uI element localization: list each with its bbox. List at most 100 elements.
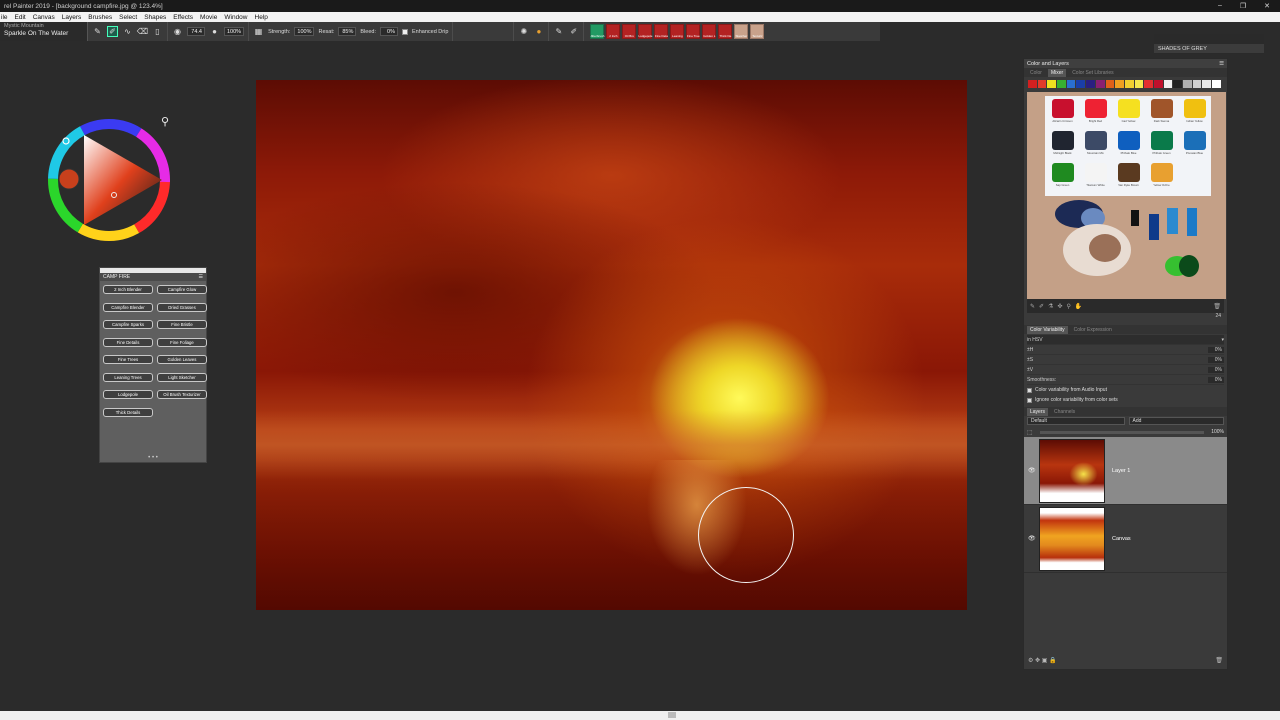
- quick-brush-button[interactable]: Oil Bru: [622, 24, 637, 39]
- paint-swatch[interactable]: Cad Yellow: [1115, 99, 1142, 129]
- menu-canvas[interactable]: Canvas: [33, 14, 55, 21]
- dirty-brush-icon[interactable]: ✎: [1030, 303, 1035, 310]
- tab-color[interactable]: Color: [1027, 69, 1045, 77]
- minimize-button[interactable]: –: [1218, 2, 1222, 10]
- menu-window[interactable]: Window: [224, 14, 247, 21]
- color-swatch[interactable]: [1124, 80, 1134, 88]
- paint-swatch[interactable]: Yellow Ochre: [1148, 163, 1175, 193]
- color-swatch[interactable]: [1192, 80, 1202, 88]
- paint-swatch[interactable]: Alizarin Crimson: [1049, 99, 1076, 129]
- brush-tool-icon[interactable]: ✎: [92, 26, 103, 37]
- color-swatch[interactable]: [1173, 80, 1182, 88]
- color-swatch[interactable]: [1037, 80, 1047, 88]
- audio-variability-option[interactable]: Color variability from Audio Input: [1027, 385, 1224, 395]
- dab-preview-icon[interactable]: ✐: [568, 26, 579, 37]
- clear-mixer-icon[interactable]: 🗑: [1213, 303, 1224, 310]
- brush-button-lodgepole[interactable]: Lodgepole: [103, 390, 153, 399]
- color-swatch[interactable]: [1066, 80, 1076, 88]
- brush-button-fine-bristle[interactable]: Fine Bristle: [157, 320, 207, 329]
- sample-color-icon[interactable]: ✜: [1057, 303, 1062, 310]
- apply-color-icon[interactable]: ✐: [1039, 303, 1044, 310]
- ignore-color-sets-option[interactable]: Ignore color variability from color sets: [1027, 395, 1224, 405]
- brush-button-dried-grasses[interactable]: Dried Grasses: [157, 302, 207, 312]
- quick-brush-button[interactable]: Leaning: [670, 24, 685, 39]
- quick-brush-button[interactable]: Fine Tree: [686, 24, 701, 39]
- location-pin-icon[interactable]: ⚲: [161, 115, 169, 128]
- composite-method-dropdown[interactable]: Default: [1027, 417, 1125, 425]
- dab-type-icon[interactable]: ✐: [107, 26, 118, 37]
- color-swatch[interactable]: [1086, 80, 1095, 88]
- variability-slider-s[interactable]: ±S 0%: [1027, 355, 1224, 365]
- slider-value[interactable]: 0%: [1208, 356, 1224, 363]
- enhanced-drip-checkbox[interactable]: [402, 28, 408, 35]
- opacity-field[interactable]: 100%: [224, 27, 245, 36]
- tab-color-variability[interactable]: Color Variability: [1027, 326, 1068, 334]
- brush-selector[interactable]: Mystic Mountain Sparkle On The Water: [0, 22, 88, 41]
- eye-icon[interactable]: 👁: [1028, 467, 1036, 474]
- slider-value[interactable]: 0%: [1208, 376, 1224, 383]
- brush-button-campfire-glow[interactable]: Campfire Glow: [157, 285, 207, 294]
- palette-menu-icon[interactable]: ☰: [199, 274, 203, 280]
- paint-swatch[interactable]: Dark Sienna: [1148, 99, 1175, 129]
- horizontal-scrollbar[interactable]: [668, 712, 676, 718]
- size-field[interactable]: 74.4: [187, 27, 205, 36]
- quick-brush-button[interactable]: Thick De: [718, 24, 733, 39]
- texture-icon[interactable]: ▦: [253, 26, 264, 37]
- menu-file[interactable]: ile: [1, 14, 8, 21]
- panel-header[interactable]: Color and Layers ☰: [1024, 59, 1227, 68]
- brush-button-fine-trees[interactable]: Fine Trees: [103, 355, 153, 364]
- menu-shapes[interactable]: Shapes: [144, 14, 166, 21]
- color-swatch[interactable]: [1163, 80, 1173, 88]
- color-swatch[interactable]: [1202, 80, 1212, 88]
- brush-button-golden-leaves[interactable]: Golden Leaves: [157, 355, 207, 364]
- eraser-icon[interactable]: ⌫: [137, 26, 148, 37]
- shades-palette-header[interactable]: SHADES OF GREY: [1154, 44, 1264, 53]
- stroke-attr-icon[interactable]: ✎: [553, 26, 564, 37]
- brush-button-fine-details[interactable]: Fine Details: [103, 337, 153, 347]
- color-swatch[interactable]: [1134, 80, 1144, 88]
- pan-icon[interactable]: ✋: [1075, 303, 1082, 310]
- resat-field[interactable]: 85%: [338, 27, 357, 36]
- paint-swatch[interactable]: Bright Red: [1082, 99, 1109, 129]
- airbrush-icon[interactable]: ✺: [518, 26, 529, 37]
- color-swatch[interactable]: [1095, 80, 1105, 88]
- bleed-field[interactable]: 0%: [380, 27, 398, 36]
- color-swatch[interactable]: [1057, 80, 1066, 88]
- brush-button-campfire-sparks[interactable]: Campfire Sparks: [103, 320, 153, 329]
- menu-help[interactable]: Help: [255, 14, 268, 21]
- layer-commands-icons[interactable]: ⚙ ✥ ▣ 🔒: [1028, 657, 1057, 664]
- color-chip-icon[interactable]: ●: [533, 26, 544, 37]
- brush-button-leaning-trees[interactable]: Leaning Trees: [103, 372, 153, 382]
- composite-depth-dropdown[interactable]: Add: [1128, 417, 1224, 425]
- mix-color-icon[interactable]: ⚗: [1048, 303, 1053, 310]
- paint-swatch[interactable]: Phthalo Blue: [1115, 131, 1142, 161]
- paint-swatch[interactable]: Prussian Blue: [1181, 131, 1208, 161]
- paint-swatch[interactable]: Indian Yellow: [1181, 99, 1208, 129]
- tab-color-expression[interactable]: Color Expression: [1071, 326, 1115, 334]
- paint-swatch[interactable]: Sap Green: [1049, 163, 1076, 193]
- paint-swatch[interactable]: Van Dyke Brown: [1115, 163, 1142, 193]
- brush-button-campfire-blender[interactable]: Campfire Blender: [103, 302, 153, 312]
- quick-brush-button[interactable]: Jitterbrush: [590, 24, 604, 39]
- slider-value[interactable]: 0%: [1208, 366, 1224, 373]
- zoom-icon[interactable]: ⚲: [1066, 303, 1070, 310]
- color-swatch[interactable]: [1183, 80, 1192, 88]
- audio-variability-checkbox[interactable]: [1027, 387, 1032, 393]
- mixer-pad[interactable]: Alizarin Crimson Bright Red Cad Yellow Dark…: [1027, 92, 1226, 299]
- clone-icon[interactable]: ▯: [152, 26, 163, 37]
- color-swatch[interactable]: [1028, 80, 1037, 88]
- lock-transparency-icon[interactable]: ⬚: [1027, 429, 1033, 436]
- menu-brushes[interactable]: Brushes: [88, 14, 112, 21]
- ignore-color-sets-checkbox[interactable]: [1027, 397, 1032, 403]
- close-button[interactable]: ✕: [1264, 2, 1270, 10]
- brush-button-oil-brush-texturizer[interactable]: Oil Brush Texturizer: [157, 390, 207, 399]
- tab-mixer[interactable]: Mixer: [1047, 69, 1067, 77]
- brush-button-thick-details[interactable]: Thick Details: [103, 407, 153, 417]
- color-swatch[interactable]: [1153, 80, 1163, 88]
- variability-slider-v[interactable]: ±V 0%: [1027, 365, 1224, 375]
- quick-brush-button[interactable]: Lodgepole: [638, 24, 652, 39]
- stroke-type-icon[interactable]: ∿: [122, 26, 133, 37]
- delete-layer-icon[interactable]: 🗑: [1215, 657, 1223, 664]
- slider-value[interactable]: 0%: [1208, 346, 1224, 353]
- tab-color-set-libraries[interactable]: Color Set Libraries: [1069, 69, 1116, 77]
